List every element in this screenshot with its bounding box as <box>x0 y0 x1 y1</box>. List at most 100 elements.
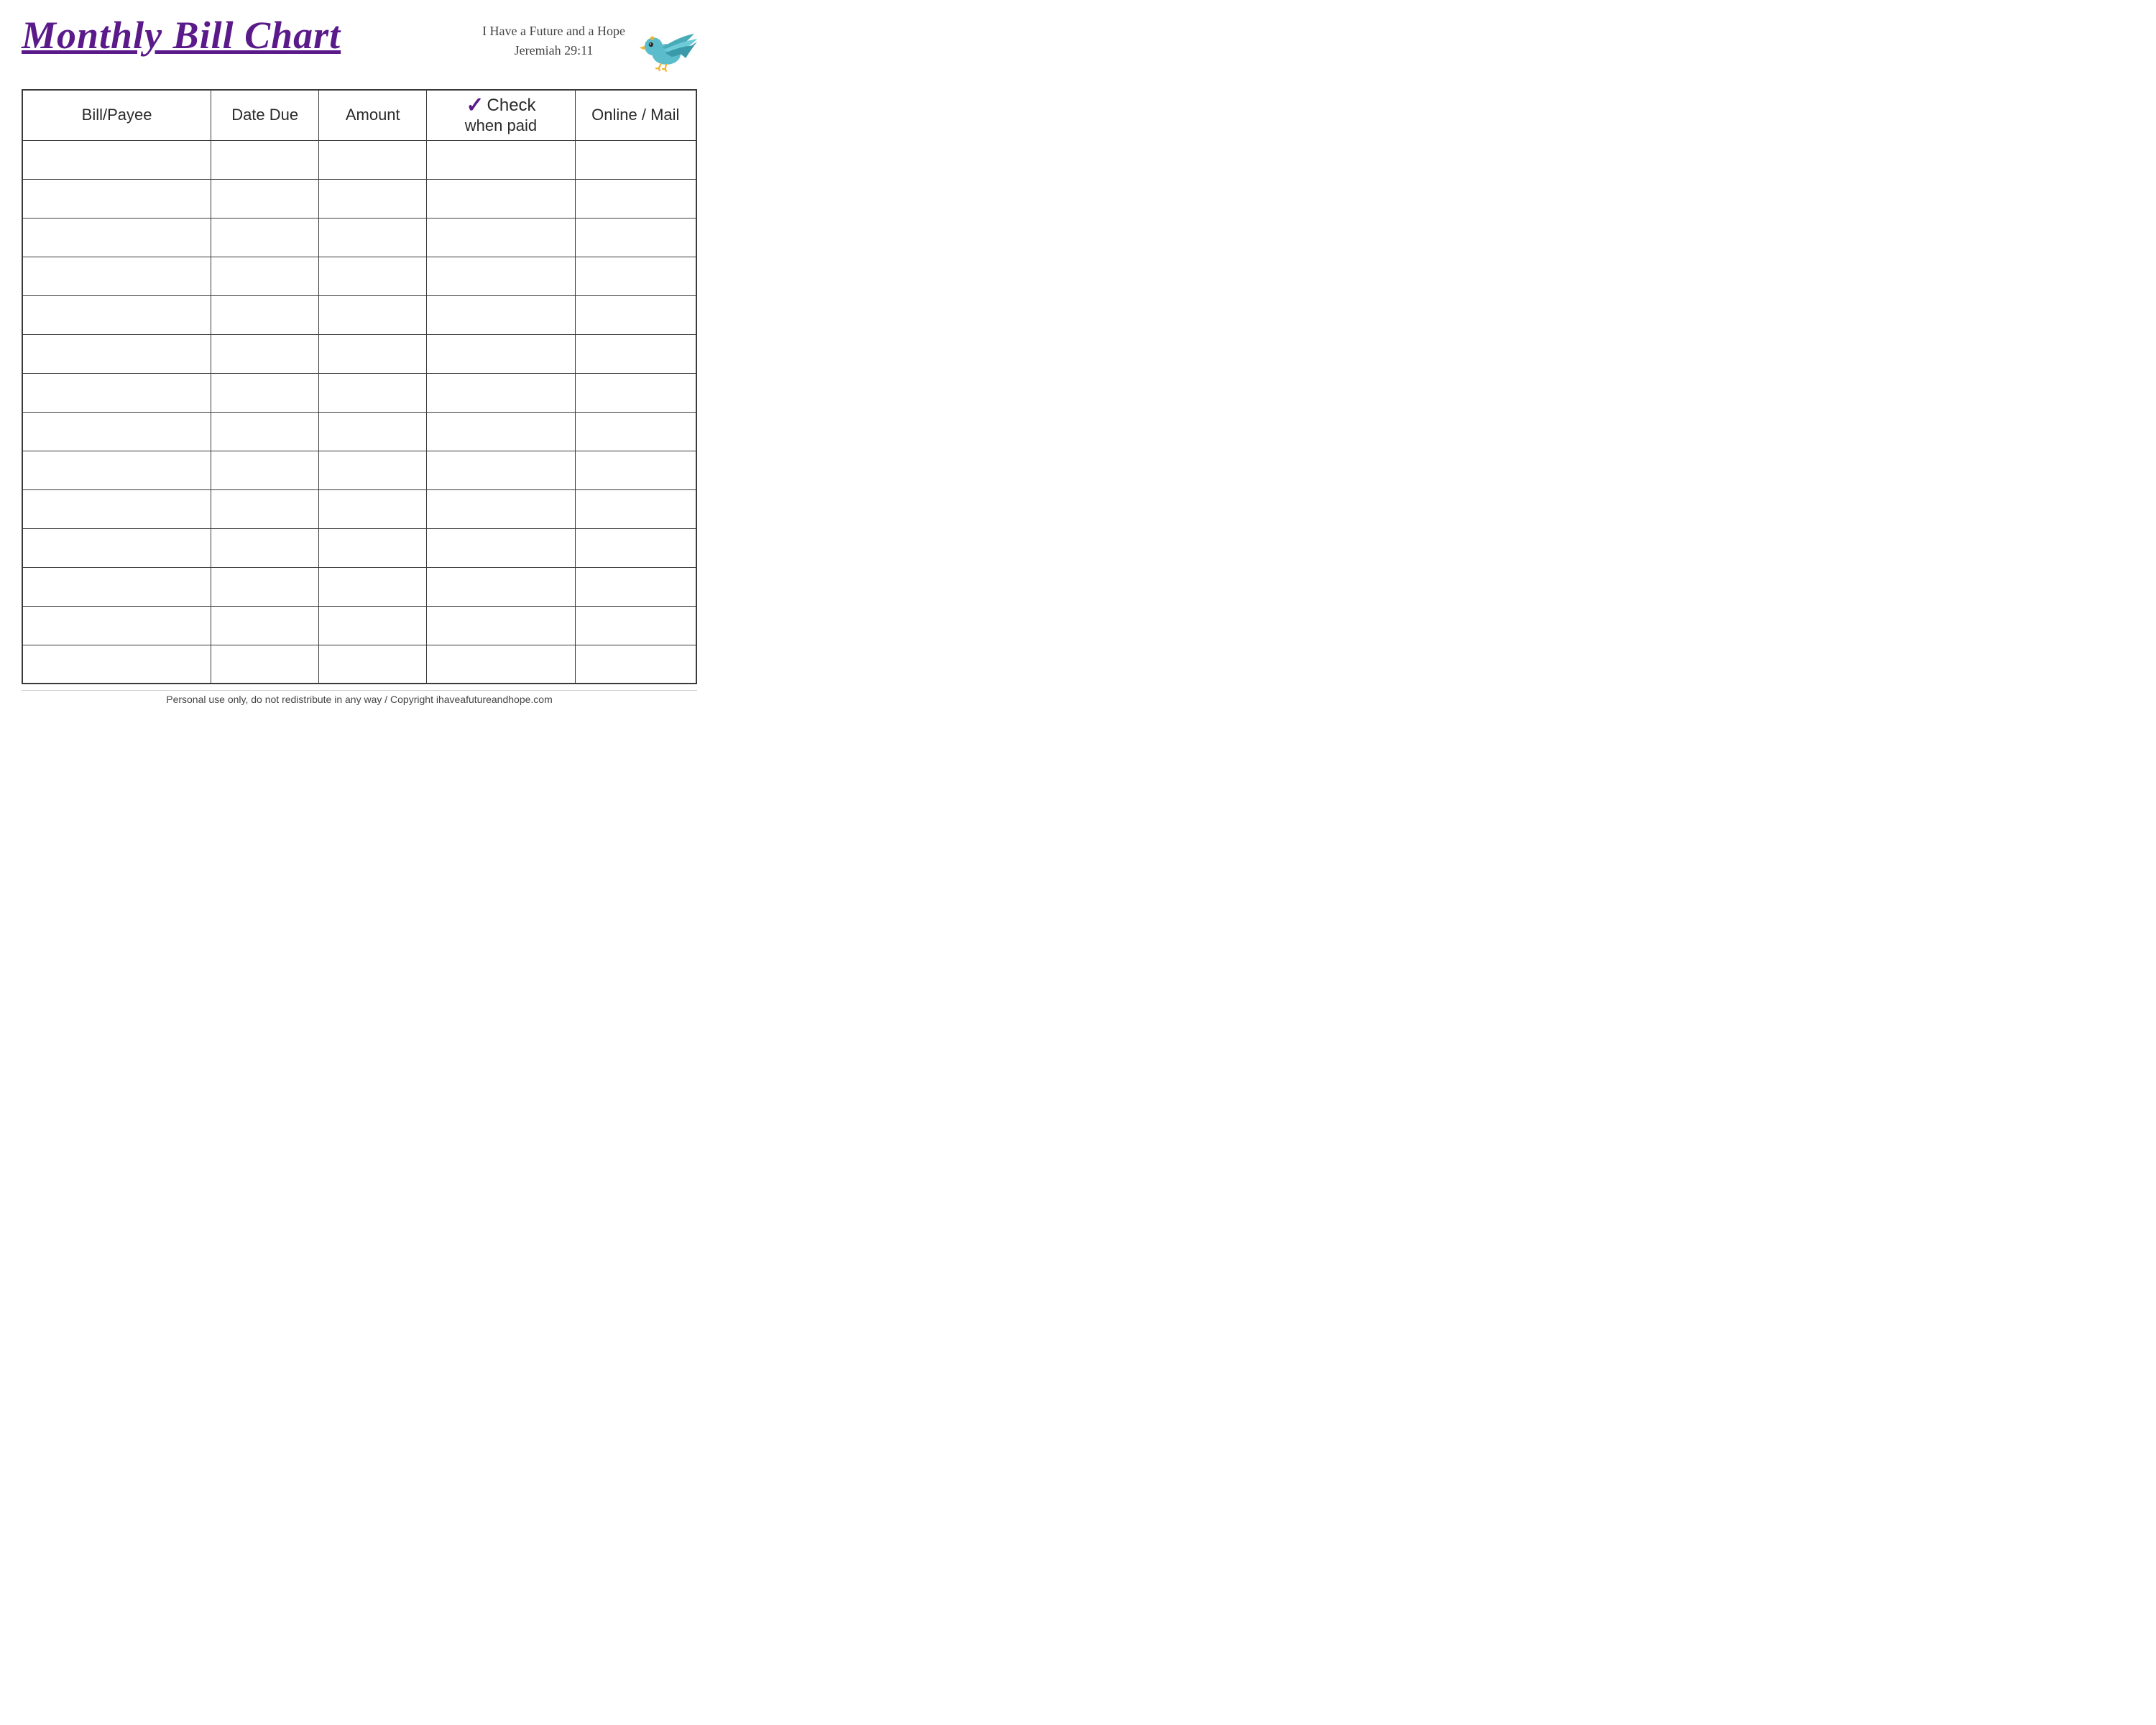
table-cell <box>211 606 319 645</box>
table-row <box>22 606 696 645</box>
table-cell <box>211 489 319 528</box>
table-cell <box>211 451 319 489</box>
table-cell <box>427 606 575 645</box>
table-cell <box>575 140 696 179</box>
checkmark-icon: ✓ <box>466 95 484 116</box>
table-cell <box>575 451 696 489</box>
table-cell <box>575 257 696 295</box>
table-cell <box>427 334 575 373</box>
table-cell <box>575 334 696 373</box>
table-cell <box>427 218 575 257</box>
table-cell <box>319 257 427 295</box>
table-cell <box>211 373 319 412</box>
table-cell <box>575 606 696 645</box>
table-cell <box>427 528 575 567</box>
table-row <box>22 451 696 489</box>
table-cell <box>575 528 696 567</box>
table-cell <box>575 373 696 412</box>
table-cell <box>211 567 319 606</box>
table-cell <box>211 140 319 179</box>
bill-chart-table: Bill/Payee Date Due Amount ✓ Check <box>22 89 697 684</box>
table-cell <box>575 179 696 218</box>
table-row <box>22 412 696 451</box>
table-cell <box>22 567 211 606</box>
table-cell <box>575 567 696 606</box>
table-cell <box>427 451 575 489</box>
table-row <box>22 528 696 567</box>
table-row <box>22 179 696 218</box>
table-cell <box>211 218 319 257</box>
table-cell <box>22 528 211 567</box>
table-cell <box>211 257 319 295</box>
table-cell <box>427 257 575 295</box>
table-cell <box>22 334 211 373</box>
table-cell <box>427 179 575 218</box>
table-cell <box>575 218 696 257</box>
page-title: Monthly Bill Chart <box>22 14 341 57</box>
table-cell <box>427 645 575 684</box>
table-cell <box>575 489 696 528</box>
table-cell <box>22 373 211 412</box>
table-cell <box>427 567 575 606</box>
scripture-block: I Have a Future and a Hope Jeremiah 29:1… <box>482 22 625 60</box>
col-header-bill: Bill/Payee <box>22 90 211 140</box>
table-row <box>22 645 696 684</box>
table-row <box>22 218 696 257</box>
table-cell <box>319 567 427 606</box>
table-cell <box>211 528 319 567</box>
col-header-date: Date Due <box>211 90 319 140</box>
table-cell <box>319 334 427 373</box>
table-cell <box>319 645 427 684</box>
table-cell <box>211 179 319 218</box>
bird-icon <box>632 14 697 72</box>
table-cell <box>22 645 211 684</box>
table-cell <box>575 645 696 684</box>
table-body <box>22 140 696 684</box>
table-cell <box>427 412 575 451</box>
table-cell <box>211 412 319 451</box>
table-row <box>22 489 696 528</box>
table-cell <box>319 295 427 334</box>
table-cell <box>319 412 427 451</box>
table-cell <box>22 179 211 218</box>
table-row <box>22 140 696 179</box>
table-cell <box>575 295 696 334</box>
table-cell <box>22 257 211 295</box>
table-cell <box>427 140 575 179</box>
table-cell <box>575 412 696 451</box>
table-cell <box>319 528 427 567</box>
table-cell <box>319 489 427 528</box>
table-cell <box>319 451 427 489</box>
table-cell <box>427 295 575 334</box>
scripture-line2: Jeremiah 29:11 <box>482 41 625 60</box>
table-cell <box>319 606 427 645</box>
table-row <box>22 257 696 295</box>
table-cell <box>22 218 211 257</box>
table-cell <box>319 218 427 257</box>
table-cell <box>22 606 211 645</box>
table-row <box>22 295 696 334</box>
title-block: Monthly Bill Chart <box>22 14 341 57</box>
table-cell <box>319 179 427 218</box>
table-row <box>22 567 696 606</box>
scripture-line1: I Have a Future and a Hope <box>482 22 625 41</box>
col-header-online: Online / Mail <box>575 90 696 140</box>
col-header-amount: Amount <box>319 90 427 140</box>
table-row <box>22 373 696 412</box>
page-header: Monthly Bill Chart I Have a Future and a… <box>22 14 697 76</box>
table-cell <box>22 489 211 528</box>
table-cell <box>427 489 575 528</box>
table-cell <box>22 451 211 489</box>
table-cell <box>427 373 575 412</box>
table-cell <box>22 295 211 334</box>
table-cell <box>22 412 211 451</box>
table-cell <box>22 140 211 179</box>
table-cell <box>319 140 427 179</box>
footer-text: Personal use only, do not redistribute i… <box>22 690 697 708</box>
table-cell <box>211 334 319 373</box>
table-cell <box>319 373 427 412</box>
header-right: I Have a Future and a Hope Jeremiah 29:1… <box>482 17 697 72</box>
table-header-row: Bill/Payee Date Due Amount ✓ Check <box>22 90 696 140</box>
table-cell <box>211 645 319 684</box>
col-header-check: ✓ Check when paid <box>427 90 575 140</box>
